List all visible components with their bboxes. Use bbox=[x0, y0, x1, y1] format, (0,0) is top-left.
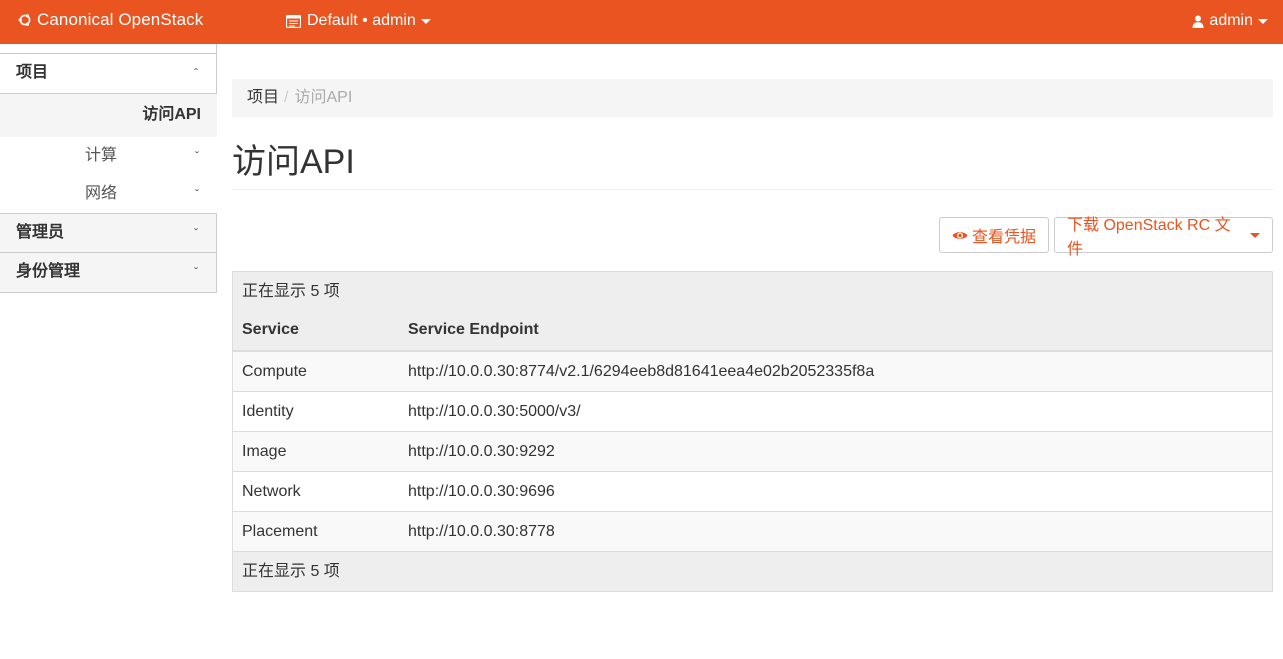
user-dropdown[interactable]: admin bbox=[1192, 0, 1268, 42]
view-credentials-button[interactable]: 查看凭据 bbox=[939, 217, 1049, 253]
service-cell: Placement bbox=[242, 523, 318, 540]
chevron-down-icon: ˇ bbox=[195, 149, 199, 163]
brand-logo[interactable]: Canonical OpenStack bbox=[18, 0, 203, 40]
title-divider bbox=[232, 189, 1273, 190]
breadcrumb-project-link[interactable]: 项目 bbox=[247, 89, 279, 106]
sidebar-section-label: 管理员 bbox=[16, 224, 65, 241]
chevron-down-icon: ˇ bbox=[195, 187, 199, 201]
table-item-count: 正在显示 5 项 bbox=[233, 272, 1272, 312]
table-row: Placement http://10.0.0.30:8778 bbox=[233, 512, 1272, 552]
sidebar-section-label: 项目 bbox=[16, 64, 49, 81]
sidebar-item-network[interactable]: 网络 ˇ bbox=[0, 175, 217, 213]
project-domain-dropdown[interactable]: Default • admin bbox=[286, 0, 431, 42]
eye-icon bbox=[952, 231, 968, 239]
caret-down-icon bbox=[1258, 18, 1268, 24]
sidebar-section-identity[interactable]: 身份管理 ˇ bbox=[0, 253, 217, 293]
ubuntu-circle-icon bbox=[18, 14, 31, 26]
endpoint-cell: http://10.0.0.30:8778 bbox=[408, 523, 555, 540]
endpoint-cell: http://10.0.0.30:9292 bbox=[408, 443, 555, 460]
service-cell: Network bbox=[242, 483, 301, 500]
api-endpoints-table: 正在显示 5 项 Service Service Endpoint Comput… bbox=[232, 271, 1273, 592]
sidebar-item-api-access[interactable]: 访问API bbox=[0, 94, 217, 137]
service-cell: Compute bbox=[242, 363, 307, 380]
table-header-row: Service Service Endpoint bbox=[233, 312, 1272, 352]
endpoint-cell: http://10.0.0.30:8774/v2.1/6294eeb8d8164… bbox=[408, 363, 875, 380]
chevron-down-icon: ˇ bbox=[194, 226, 198, 240]
breadcrumb: 项目 / 访问API bbox=[232, 79, 1273, 117]
sidebar-section-project[interactable]: 项目 ˆ bbox=[0, 54, 217, 94]
service-cell: Identity bbox=[242, 403, 294, 420]
top-navbar: Canonical OpenStack Default • admin admi… bbox=[0, 0, 1283, 44]
table-footer-count: 正在显示 5 项 bbox=[233, 552, 1272, 591]
table-row: Compute http://10.0.0.30:8774/v2.1/6294e… bbox=[233, 352, 1272, 392]
sidebar-top-edge bbox=[0, 44, 217, 54]
view-credentials-label: 查看凭据 bbox=[972, 229, 1037, 246]
domain-menu-label: Default • admin bbox=[307, 12, 416, 29]
calendar-icon bbox=[286, 14, 301, 28]
chevron-up-icon: ˆ bbox=[194, 66, 198, 80]
sidebar-section-admin[interactable]: 管理员 ˇ bbox=[0, 213, 217, 253]
download-rc-file-dropdown-button[interactable]: 下载 OpenStack RC 文件 bbox=[1054, 217, 1273, 258]
user-icon bbox=[1192, 15, 1204, 28]
endpoint-cell: http://10.0.0.30:9696 bbox=[408, 483, 555, 500]
endpoint-cell: http://10.0.0.30:5000/v3/ bbox=[408, 403, 581, 420]
column-header-service[interactable]: Service bbox=[233, 312, 399, 350]
sidebar-item-label: 计算 bbox=[85, 147, 118, 164]
page-title: 访问API bbox=[232, 143, 355, 181]
chevron-down-icon: ˇ bbox=[194, 265, 198, 279]
table-row: Identity http://10.0.0.30:5000/v3/ bbox=[233, 392, 1272, 432]
column-header-endpoint[interactable]: Service Endpoint bbox=[399, 312, 1272, 350]
caret-down-icon bbox=[420, 18, 431, 24]
user-menu-label: admin bbox=[1209, 12, 1253, 29]
sidebar-item-label: 网络 bbox=[85, 185, 118, 202]
download-rc-label: 下载 OpenStack RC 文件 bbox=[1067, 217, 1231, 258]
brand-name: Canonical OpenStack bbox=[37, 10, 204, 29]
table-row: Network http://10.0.0.30:9696 bbox=[233, 472, 1272, 512]
service-cell: Image bbox=[242, 443, 287, 460]
breadcrumb-separator: / bbox=[284, 89, 289, 106]
caret-down-icon bbox=[1250, 232, 1260, 238]
sidebar-section-label: 身份管理 bbox=[16, 263, 81, 280]
sidebar-item-compute[interactable]: 计算 ˇ bbox=[0, 137, 217, 175]
sidebar-nav: 项目 ˆ 访问API 计算 ˇ 网络 ˇ 管理员 ˇ 身份管理 ˇ bbox=[0, 44, 217, 293]
breadcrumb-current: 访问API bbox=[294, 89, 353, 106]
table-row: Image http://10.0.0.30:9292 bbox=[233, 432, 1272, 472]
